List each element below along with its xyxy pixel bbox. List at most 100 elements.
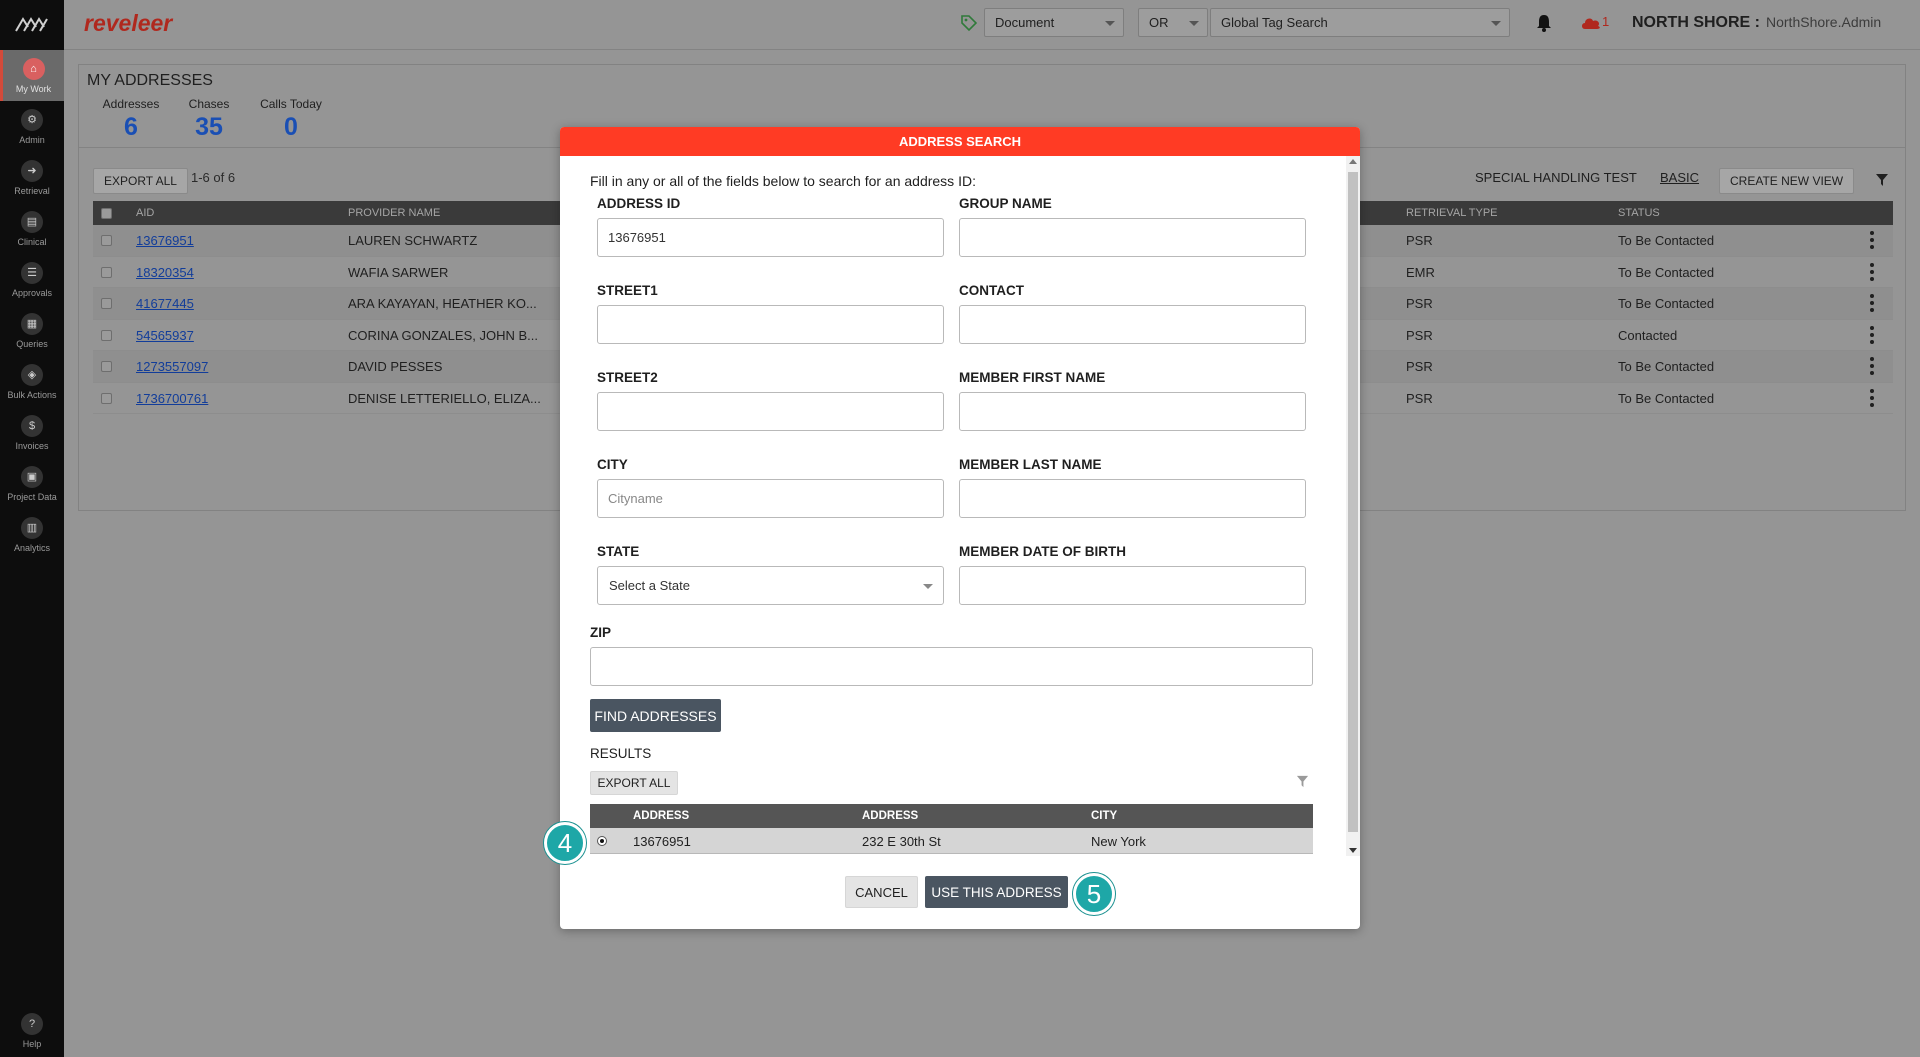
scroll-up-icon[interactable]	[1349, 159, 1357, 164]
stat-addresses: Addresses 6	[101, 97, 161, 142]
aid-link[interactable]: 13676951	[136, 233, 194, 248]
cancel-button[interactable]: CANCEL	[845, 876, 918, 908]
column-header-provider[interactable]: PROVIDER NAME	[348, 207, 440, 219]
select-all-checkbox[interactable]	[101, 208, 112, 219]
provider-name: CORINA GONZALES, JOHN B...	[348, 327, 538, 343]
aid-link[interactable]: 18320354	[136, 265, 194, 280]
column-header-address[interactable]: ADDRESS	[862, 810, 918, 822]
sidebar-item-clinical[interactable]: ▤ Clinical	[0, 203, 64, 254]
org-name: NORTH SHORE :	[1632, 14, 1760, 31]
operator-select-value: OR	[1149, 15, 1169, 30]
result-id: 13676951	[633, 834, 691, 849]
chevron-down-icon	[923, 584, 933, 589]
member-last-name-input[interactable]	[959, 479, 1306, 518]
more-options-icon[interactable]	[1870, 231, 1874, 252]
more-options-icon[interactable]	[1870, 388, 1874, 410]
modal-scrollbar[interactable]	[1346, 156, 1360, 856]
stat-label: Addresses	[102, 97, 160, 111]
sidebar-item-admin[interactable]: ⚙ Admin	[0, 101, 64, 152]
sidebar-item-label: Analytics	[13, 542, 50, 553]
state-select[interactable]: Select a State	[597, 566, 944, 605]
filter-icon[interactable]	[1875, 173, 1889, 187]
page-title: MY ADDRESSES	[87, 72, 213, 89]
sidebar-item-my-work[interactable]: ⌂ My Work	[0, 50, 64, 101]
find-addresses-button[interactable]: FIND ADDRESSES	[590, 699, 721, 732]
column-header-aid[interactable]: AID	[136, 207, 154, 219]
street2-input[interactable]	[597, 392, 944, 431]
document-select[interactable]: Document	[984, 8, 1124, 37]
bell-icon[interactable]	[1536, 14, 1552, 32]
results-table-header: ADDRESS ADDRESS CITY	[590, 804, 1313, 828]
sidebar-item-analytics[interactable]: ▥ Analytics	[0, 509, 64, 560]
sidebar-item-project-data[interactable]: ▣ Project Data	[0, 458, 64, 509]
contact-label: CONTACT	[959, 283, 1024, 298]
row-checkbox[interactable]	[101, 235, 112, 246]
sidebar-item-help[interactable]: ? Help	[0, 1005, 64, 1057]
sidebar-item-bulk-actions[interactable]: ◈ Bulk Actions	[0, 356, 64, 407]
basic-view-link[interactable]: BASIC	[1660, 170, 1699, 185]
sidebar-item-approvals[interactable]: ☰ Approvals	[0, 254, 64, 305]
help-icon: ?	[21, 1013, 43, 1035]
view-name[interactable]: SPECIAL HANDLING TEST	[1475, 170, 1637, 185]
provider-name: DAVID PESSES	[348, 359, 443, 374]
zip-input[interactable]	[590, 647, 1313, 686]
more-options-icon[interactable]	[1870, 357, 1874, 378]
row-checkbox[interactable]	[101, 298, 112, 309]
status: To Be Contacted	[1618, 296, 1715, 311]
chevron-down-icon	[1491, 21, 1501, 26]
more-options-icon[interactable]	[1870, 325, 1874, 347]
row-checkbox[interactable]	[101, 392, 112, 404]
use-this-address-button[interactable]: USE THIS ADDRESS	[925, 876, 1068, 908]
scroll-down-icon[interactable]	[1349, 848, 1357, 853]
stat-calls-today: Calls Today 0	[255, 97, 327, 142]
results-export-all-button[interactable]: EXPORT ALL	[590, 771, 678, 795]
create-new-view-button[interactable]: CREATE NEW VIEW	[1719, 168, 1855, 194]
member-first-name-input[interactable]	[959, 392, 1306, 431]
result-radio[interactable]	[597, 836, 607, 846]
aid-link[interactable]: 1736700761	[136, 391, 208, 406]
column-header-status[interactable]: STATUS	[1618, 207, 1660, 219]
more-options-icon[interactable]	[1870, 294, 1874, 315]
global-tag-search[interactable]: Global Tag Search	[1210, 8, 1510, 37]
group-name-input[interactable]	[959, 218, 1306, 257]
result-row[interactable]: 13676951 232 E 30th St New York	[590, 828, 1313, 854]
street1-input[interactable]	[597, 305, 944, 344]
clinical-icon: ▤	[21, 210, 43, 233]
provider-name: WAFIA SARWER	[348, 264, 449, 280]
home-icon: ⌂	[22, 57, 45, 80]
sidebar-item-label: Approvals	[11, 287, 53, 298]
sidebar-item-invoices[interactable]: $ Invoices	[0, 407, 64, 458]
aid-link[interactable]: 1273557097	[136, 359, 208, 374]
stat-label: Chases	[188, 97, 230, 111]
operator-select[interactable]: OR	[1138, 8, 1208, 37]
alerts-indicator[interactable]: 1	[1580, 14, 1616, 32]
results-table: ADDRESS ADDRESS CITY 13676951 232 E 30th…	[590, 804, 1313, 854]
more-options-icon[interactable]	[1870, 262, 1874, 284]
contact-input[interactable]	[959, 305, 1306, 344]
results-filter-icon[interactable]	[1296, 775, 1309, 788]
scroll-thumb[interactable]	[1348, 172, 1358, 832]
state-select-value: Select a State	[609, 578, 690, 593]
column-header-address-id[interactable]: ADDRESS	[633, 810, 689, 822]
app-logo[interactable]	[0, 0, 64, 50]
aid-link[interactable]: 41677445	[136, 296, 194, 311]
user-name[interactable]: NorthShore.Admin	[1766, 14, 1881, 30]
row-checkbox[interactable]	[101, 329, 112, 341]
aid-link[interactable]: 54565937	[136, 328, 194, 343]
sidebar-item-label: My Work	[15, 83, 52, 94]
provider-name: DENISE LETTERIELLO, ELIZA...	[348, 390, 541, 406]
row-checkbox[interactable]	[101, 361, 112, 372]
sidebar-item-retrieval[interactable]: ➜ Retrieval	[0, 152, 64, 203]
export-all-button[interactable]: EXPORT ALL	[93, 168, 188, 194]
address-id-input[interactable]	[597, 218, 944, 257]
status: To Be Contacted	[1618, 359, 1715, 374]
status: To Be Contacted	[1618, 390, 1715, 406]
brand-logo[interactable]: reveleer	[84, 10, 172, 37]
row-checkbox[interactable]	[101, 266, 112, 278]
column-header-city[interactable]: CITY	[1091, 810, 1117, 822]
column-header-retrieval[interactable]: RETRIEVAL TYPE	[1406, 207, 1498, 219]
sidebar-item-queries[interactable]: ▦ Queries	[0, 305, 64, 356]
city-input[interactable]	[597, 479, 944, 518]
member-dob-input[interactable]	[959, 566, 1306, 605]
status: To Be Contacted	[1618, 264, 1715, 280]
